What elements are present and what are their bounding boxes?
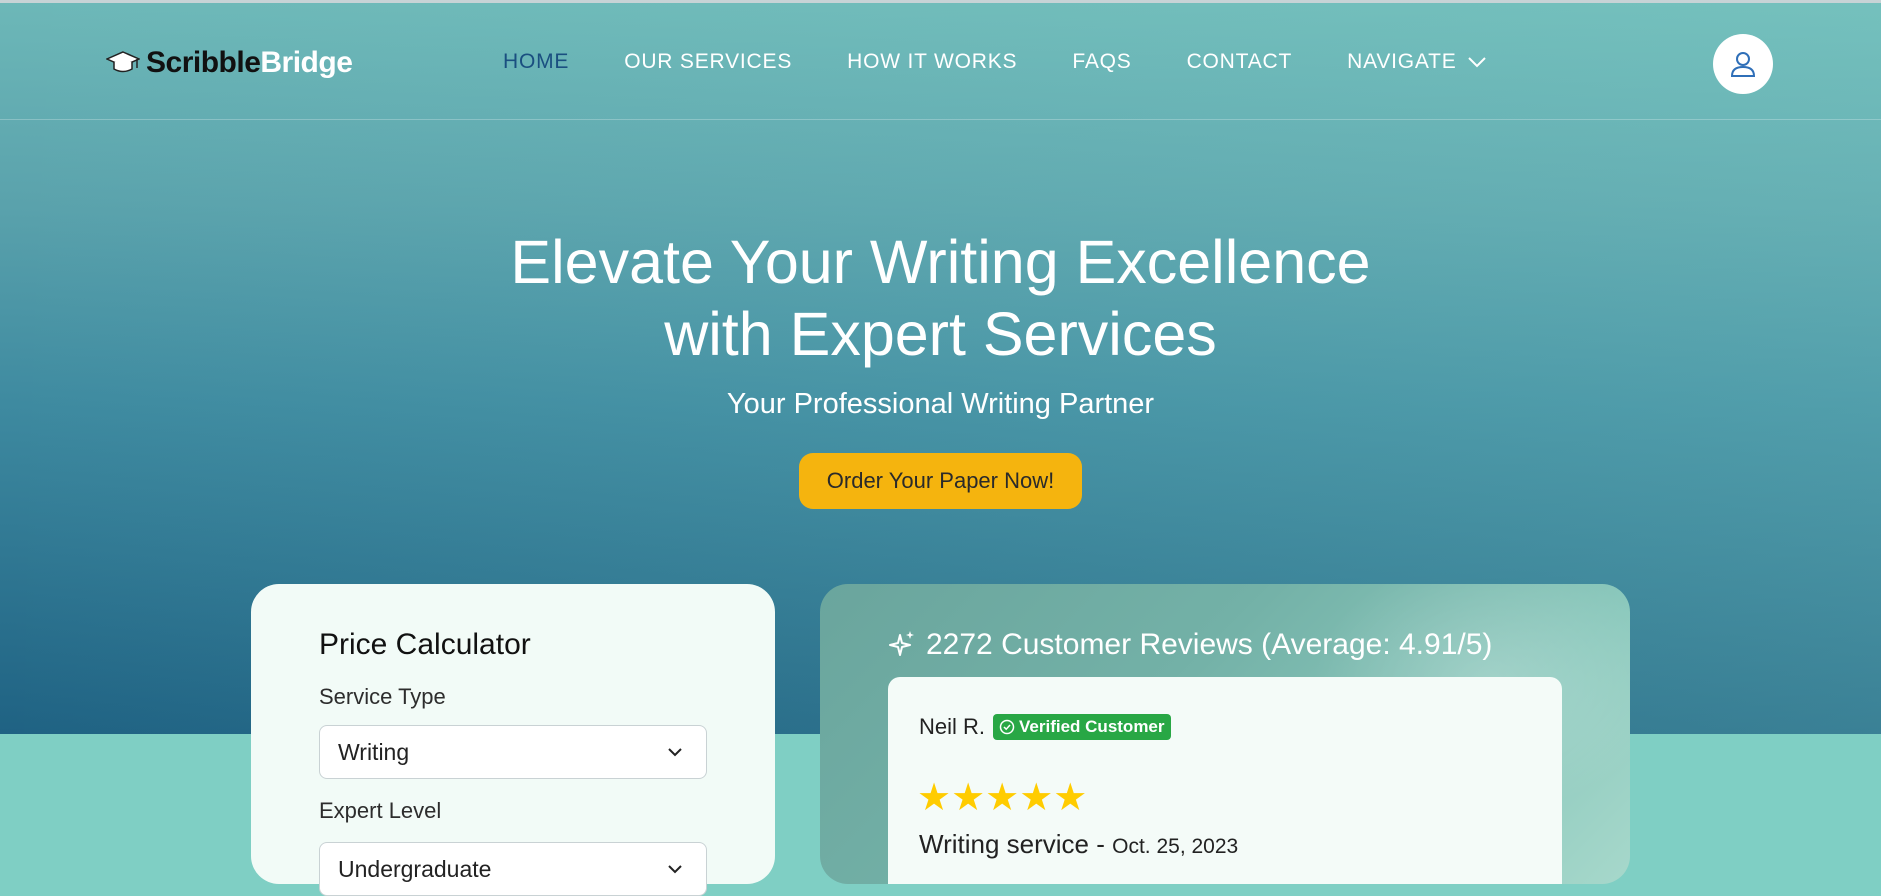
service-type-select[interactable]: Writing [319,725,707,779]
customer-reviews-card: 2272 Customer Reviews (Average: 4.91/5) … [820,584,1630,884]
review-date: Oct. 25, 2023 [1112,835,1239,858]
hero-title-line2: with Expert Services [664,300,1217,368]
hero-title: Elevate Your Writing Excellence with Exp… [0,226,1881,370]
price-calculator-card: Price Calculator Service Type Writing Ex… [251,584,775,896]
rating-stars: ★★★★★ [917,777,1088,819]
review-item: Neil R. Verified Customer ★★★★★ Writing … [888,677,1562,884]
hero-title-line1: Elevate Your Writing Excellence [510,228,1371,296]
review-service-name: Writing service - [919,829,1105,859]
expert-level-select[interactable]: Undergraduate [319,842,707,896]
chevron-down-icon [1467,57,1486,68]
reviewer-name: Neil R. [919,714,986,739]
service-type-value: Writing [338,738,410,765]
logo[interactable]: Scribble Bridge [106,45,353,81]
graduation-cap-icon [106,51,140,73]
nav-contact[interactable]: CONTACT [1187,50,1293,74]
user-icon [1730,52,1756,77]
verified-badge: Verified Customer [993,714,1171,740]
nav-faqs[interactable]: FAQS [1072,50,1131,74]
chevron-down-icon [668,865,682,874]
reviews-heading: 2272 Customer Reviews (Average: 4.91/5) [888,628,1492,662]
nav-how-it-works[interactable]: HOW IT WORKS [847,50,1017,74]
chevron-down-icon [668,748,682,757]
verified-badge-text: Verified Customer [1019,717,1165,736]
reviews-heading-text: 2272 Customer Reviews (Average: 4.91/5) [926,628,1493,661]
nav-our-services[interactable]: OUR SERVICES [624,50,792,74]
account-button[interactable] [1713,34,1773,94]
check-circle-icon [999,719,1015,735]
logo-text-bridge: Bridge [260,46,353,79]
reviewer-row: Neil R. Verified Customer [919,714,1171,740]
review-service: Writing service - Oct. 25, 2023 [919,829,1238,860]
navbar: Scribble Bridge HOME OUR SERVICES HOW IT … [0,3,1881,120]
hero-subtitle: Your Professional Writing Partner [726,388,1155,420]
expert-level-value: Undergraduate [338,855,492,882]
nav-navigate-dropdown[interactable]: NAVIGATE [1347,50,1486,74]
price-calculator-title: Price Calculator [319,628,531,661]
sparkle-icon [889,631,914,656]
service-type-label: Service Type [319,684,446,709]
nav-navigate-label: NAVIGATE [1347,50,1457,73]
nav-home[interactable]: HOME [503,50,569,74]
main-nav: HOME OUR SERVICES HOW IT WORKS FAQS CONT… [503,50,1487,74]
order-paper-button[interactable]: Order Your Paper Now! [799,453,1082,509]
expert-level-label: Expert Level [319,798,442,823]
logo-text-scribble: Scribble [146,46,261,79]
